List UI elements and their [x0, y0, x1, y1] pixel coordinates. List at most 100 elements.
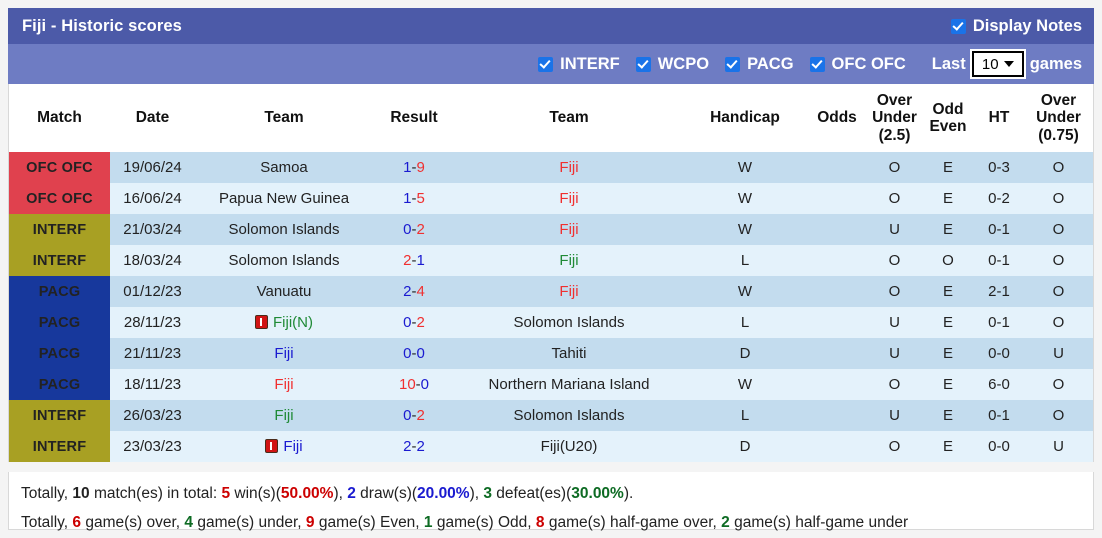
cell-over-under-075: O	[1024, 369, 1093, 400]
cell-handicap: W	[683, 369, 807, 400]
cell-team-away[interactable]: Tahiti	[455, 338, 683, 369]
table-row[interactable]: INTERF 18/03/24 Solomon Islands 2-1 Fiji L O O 0…	[9, 245, 1093, 276]
cell-odd-even: E	[922, 369, 974, 400]
cell-odd-even: O	[922, 245, 974, 276]
cell-ht: 0-1	[974, 400, 1024, 431]
col-over-under-075[interactable]: Over Under (0.75)	[1024, 84, 1093, 152]
checkbox-icon[interactable]	[809, 56, 825, 72]
col-team-home[interactable]: Team	[195, 84, 373, 152]
team-away-name: Solomon Islands	[513, 314, 625, 331]
cell-date: 19/06/24	[110, 152, 195, 183]
cell-match-badge: PACG	[9, 307, 110, 338]
cell-odd-even: E	[922, 276, 974, 307]
col-odd-even[interactable]: Odd Even	[922, 84, 974, 152]
cell-team-away[interactable]: Northern Mariana Island	[455, 369, 683, 400]
games-count-select[interactable]: 10	[969, 49, 1026, 79]
summary-wins-pct: 50.00%	[280, 485, 334, 502]
cell-team-away[interactable]: Solomon Islands	[455, 307, 683, 338]
filter-pacg[interactable]: PACG	[725, 55, 794, 74]
cell-team-home[interactable]: Samoa	[195, 152, 373, 183]
col-handicap[interactable]: Handicap	[683, 84, 807, 152]
cell-over-under-25: O	[867, 245, 922, 276]
display-notes-toggle[interactable]: Display Notes	[950, 17, 1082, 36]
summary-over-label: game(s) over,	[81, 514, 185, 531]
table-row[interactable]: OFC OFC 19/06/24 Samoa 1-9 Fiji W O E 0-3 O	[9, 152, 1093, 183]
table-row[interactable]: INTERF 26/03/23 Fiji 0-2 Solomon Islands L U E 0…	[9, 400, 1093, 431]
summary-total-suffix: match(es) in total:	[89, 485, 222, 502]
filter-ofc[interactable]: OFC OFC	[809, 55, 906, 74]
cell-date: 21/11/23	[110, 338, 195, 369]
table-row[interactable]: OFC OFC 16/06/24 Papua New Guinea 1-5 Fiji W O…	[9, 183, 1093, 214]
cell-ht: 0-1	[974, 307, 1024, 338]
col-over-under-25[interactable]: Over Under (2.5)	[867, 84, 922, 152]
table-row[interactable]: PACG 21/11/23 Fiji 0-0 Tahiti D U E 0-0 U	[9, 338, 1093, 369]
chevron-down-icon	[1003, 61, 1014, 67]
col-date[interactable]: Date	[110, 84, 195, 152]
cell-team-away[interactable]: Fiji(U20)	[455, 431, 683, 462]
cell-team-away[interactable]: Solomon Islands	[455, 400, 683, 431]
checkbox-icon[interactable]	[538, 56, 554, 72]
cell-handicap: L	[683, 245, 807, 276]
cell-handicap: D	[683, 431, 807, 462]
summary-half-under: 2	[721, 514, 730, 531]
cell-result: 10-0	[373, 369, 455, 400]
ou075-line3: (0.75)	[1038, 126, 1079, 144]
score-away: 0	[416, 345, 425, 362]
cell-date: 26/03/23	[110, 400, 195, 431]
cell-team-away[interactable]: Fiji	[455, 214, 683, 245]
cell-ht: 6-0	[974, 369, 1024, 400]
cell-odds	[807, 307, 867, 338]
col-result[interactable]: Result	[373, 84, 455, 152]
last-games-control: Last 10 games	[932, 49, 1082, 79]
col-odds[interactable]: Odds	[807, 84, 867, 152]
score-home: 0	[403, 345, 412, 362]
filter-wcpo[interactable]: WCPO	[635, 54, 710, 74]
cell-team-home[interactable]: Fiji	[195, 431, 373, 462]
cell-over-under-25: O	[867, 369, 922, 400]
filter-interf[interactable]: INTERF	[538, 55, 620, 74]
filter-label: WCPO	[657, 54, 710, 73]
cell-team-home[interactable]: Papua New Guinea	[195, 183, 373, 214]
table-row[interactable]: PACG 18/11/23 Fiji 10-0 Northern Mariana Isl…	[9, 369, 1093, 400]
cell-team-away[interactable]: Fiji	[455, 152, 683, 183]
col-match[interactable]: Match	[9, 84, 110, 152]
table-row[interactable]: INTERF 23/03/23 Fiji 2-2 Fiji(U20) D O E 0-0 U	[9, 431, 1093, 462]
checkbox-icon[interactable]	[635, 56, 651, 72]
cell-date: 16/06/24	[110, 183, 195, 214]
cell-team-home[interactable]: Fiji	[195, 369, 373, 400]
filter-bar: INTERF WCPO PACG OFC OFC Last 10 games	[8, 44, 1094, 84]
cell-team-away[interactable]: Fiji	[455, 183, 683, 214]
team-home-name: Papua New Guinea	[218, 190, 350, 207]
cell-team-home[interactable]: Solomon Islands	[195, 214, 373, 245]
cell-odds	[807, 152, 867, 183]
cell-result: 0-2	[373, 307, 455, 338]
table-row[interactable]: PACG 28/11/23 Fiji(N) 0-2 Solomon Islands L U E…	[9, 307, 1093, 338]
cell-match-badge: OFC OFC	[9, 152, 110, 183]
cell-team-home[interactable]: Fiji	[195, 400, 373, 431]
cell-odds	[807, 245, 867, 276]
cell-team-away[interactable]: Fiji	[455, 245, 683, 276]
cell-team-home[interactable]: Fiji(N)	[195, 307, 373, 338]
cell-odds	[807, 431, 867, 462]
score-home: 0	[403, 221, 412, 238]
table-row[interactable]: INTERF 21/03/24 Solomon Islands 0-2 Fiji W U E 0…	[9, 214, 1093, 245]
cell-over-under-075: O	[1024, 152, 1093, 183]
checkbox-icon[interactable]	[950, 18, 966, 34]
score-away: 2	[416, 221, 425, 238]
cell-team-home[interactable]: Vanuatu	[195, 276, 373, 307]
checkbox-icon[interactable]	[725, 56, 741, 72]
cell-team-home[interactable]: Solomon Islands	[195, 245, 373, 276]
cell-ht: 0-1	[974, 245, 1024, 276]
cell-over-under-075: O	[1024, 214, 1093, 245]
table-row[interactable]: PACG 01/12/23 Vanuatu 2-4 Fiji W O E 2-1 O	[9, 276, 1093, 307]
cell-ht: 2-1	[974, 276, 1024, 307]
cell-team-home[interactable]: Fiji	[195, 338, 373, 369]
col-team-away[interactable]: Team	[455, 84, 683, 152]
team-away-name: Tahiti	[551, 345, 587, 362]
team-home-name: Fiji	[274, 407, 294, 424]
summary-wins-close: ),	[333, 485, 348, 502]
col-ht[interactable]: HT	[974, 84, 1024, 152]
score-away: 1	[416, 252, 425, 269]
cell-team-away[interactable]: Fiji	[455, 276, 683, 307]
cell-result: 2-1	[373, 245, 455, 276]
